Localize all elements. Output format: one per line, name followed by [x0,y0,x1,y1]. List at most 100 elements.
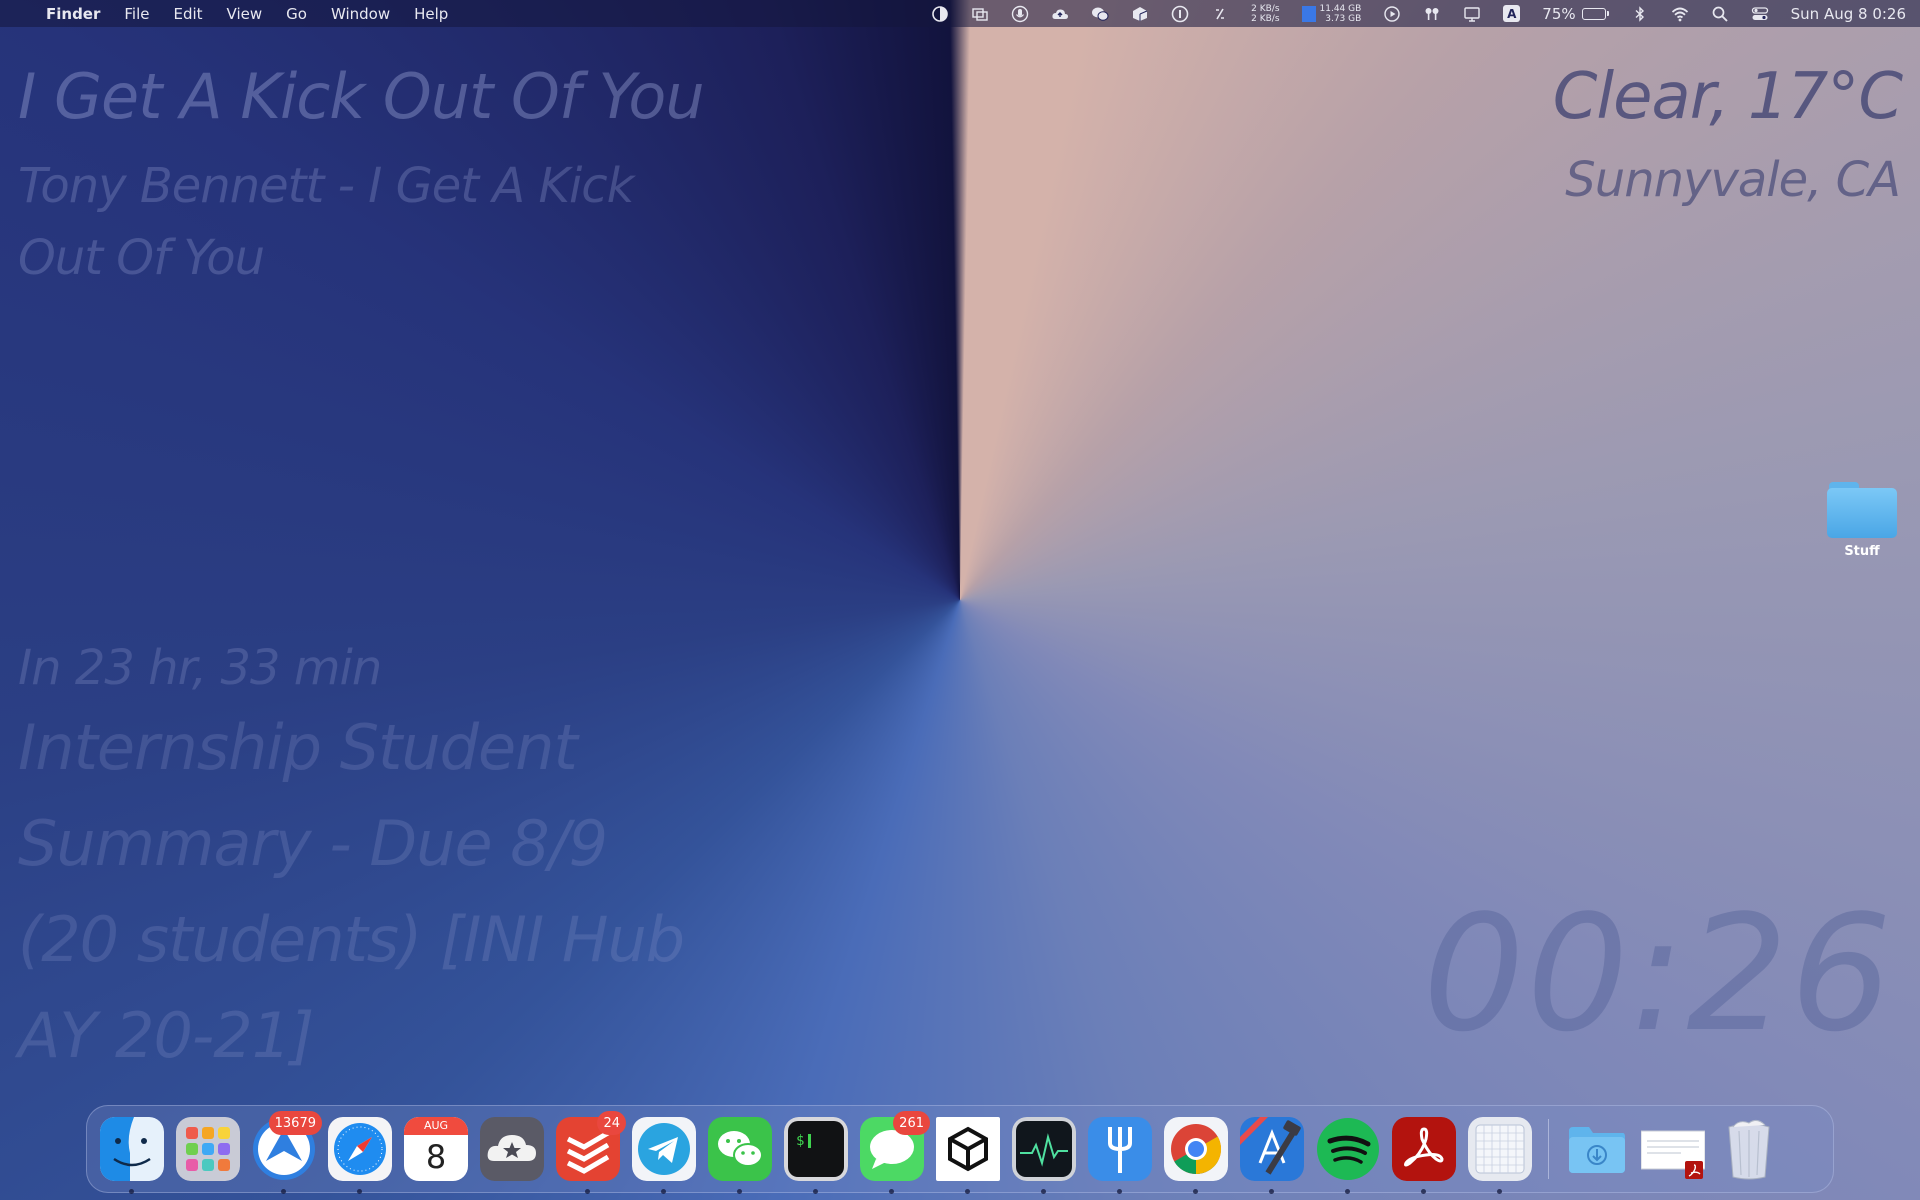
memory-readout[interactable]: 11.44 GB 3.73 GB [1301,3,1362,24]
network-speed-readout[interactable]: 2 KB/s 2 KB/s [1251,4,1279,24]
net-up-speed: 2 KB/s [1251,3,1280,14]
dock-item-unity[interactable] [936,1117,1000,1194]
grid-app-icon [1468,1117,1532,1181]
dock-item-finder[interactable] [100,1117,164,1194]
dock-item-calendar[interactable]: AUG 8 [404,1117,468,1181]
net-down-speed: 2 KB/s [1251,13,1280,24]
dock-item-launchpad[interactable] [176,1117,240,1181]
menu-file[interactable]: File [124,5,149,23]
info-icon[interactable] [1171,5,1189,23]
input-source-indicator[interactable]: A [1503,5,1521,22]
menu-go[interactable]: Go [286,5,307,23]
weather-location: Sunnyvale, CA [1565,152,1901,208]
battery-icon [1581,7,1606,20]
task-count-badge: 24 [597,1111,626,1135]
trash-icon [1717,1117,1781,1181]
running-indicator [357,1189,362,1194]
memory-used: 11.44 GB [1319,3,1362,14]
reeder-icon [480,1117,544,1181]
menu-bar-clock[interactable]: Sun Aug 8 0:26 [1791,5,1906,23]
downloads-folder-icon [1565,1117,1629,1181]
dock-item-safari[interactable] [328,1117,392,1194]
dock-item-chrome[interactable] [1164,1117,1228,1194]
acrobat-icon [1392,1117,1456,1181]
spotify-icon [1316,1117,1380,1181]
dock-item-xcode-beta[interactable] [1240,1117,1304,1194]
dock-item-reeder[interactable] [480,1117,544,1181]
xcode-beta-icon [1240,1117,1304,1181]
unread-badge: 13679 [268,1111,322,1135]
menu-bar-left: Finder File Edit View Go Window Help [22,5,472,23]
dock-item-telegram[interactable] [632,1117,696,1194]
unread-badge: 261 [893,1111,930,1135]
menu-edit[interactable]: Edit [173,5,202,23]
control-center-icon[interactable] [1751,5,1769,23]
next-event-title: Internship Student Summary - Due 8/9 (20… [18,711,685,1072]
now-playing-title: I Get A Kick Out Of You [18,60,705,133]
running-indicator [1269,1189,1274,1194]
running-indicator [889,1189,894,1194]
activity-monitor-icon [1012,1117,1076,1181]
dock-item-fork[interactable] [1088,1117,1152,1194]
folder-icon [1827,480,1897,538]
menu-help[interactable]: Help [414,5,448,23]
display-icon[interactable] [1463,5,1481,23]
bluetooth-icon[interactable] [1631,5,1649,23]
dock-item-preview-grid[interactable] [1468,1117,1532,1194]
battery-status[interactable]: 75% [1542,4,1609,23]
wechat-app-icon [708,1117,772,1181]
running-indicator [281,1189,286,1194]
next-event-countdown: In 23 hr, 33 min [18,640,382,696]
calendar-month: AUG [404,1117,468,1135]
launchpad-icon [176,1117,240,1181]
dock: 13679 AUG 8 24 $ 261 [86,1105,1834,1194]
box-icon[interactable] [1131,5,1149,23]
svg-text:$: $ [796,1133,804,1149]
running-indicator [1497,1189,1502,1194]
spotlight-search-icon[interactable] [1711,5,1729,23]
dock-item-messages[interactable]: 261 [860,1111,930,1194]
contrast-icon[interactable] [931,5,949,23]
calendar-icon: AUG 8 [404,1117,468,1181]
running-indicator [585,1189,590,1194]
menu-view[interactable]: View [227,5,263,23]
pdf-document-icon [1641,1117,1705,1181]
dock-item-spark-mail[interactable]: 13679 [252,1111,322,1194]
play-icon[interactable] [1383,5,1401,23]
fork-icon [1088,1117,1152,1181]
running-indicator [965,1189,970,1194]
dock-item-trash[interactable] [1717,1117,1781,1181]
dock-item-wechat[interactable] [708,1117,772,1194]
desktop-folder-label: Stuff [1844,544,1880,559]
dock-item-spotify[interactable] [1316,1117,1380,1194]
safari-icon [328,1117,392,1181]
menu-window[interactable]: Window [331,5,390,23]
wifi-icon[interactable] [1671,5,1689,23]
dock-item-acrobat[interactable] [1392,1117,1456,1194]
running-indicator [1041,1189,1046,1194]
menu-bar: Finder File Edit View Go Window Help 2 K… [0,0,1920,27]
battery-percent: 75% [1542,4,1576,23]
finder-icon [100,1117,164,1181]
dock-item-activity-monitor[interactable] [1012,1117,1076,1194]
menu-app-name[interactable]: Finder [46,5,100,23]
memory-bar-icon [1301,5,1316,22]
running-indicator [129,1189,134,1194]
running-indicator [1345,1189,1350,1194]
dock-item-todoist[interactable]: 24 [556,1111,626,1194]
calendar-day: 8 [425,1138,447,1176]
cloud-upload-icon[interactable] [1051,5,1069,23]
dock-item-terminal[interactable]: $ [784,1117,848,1194]
dock-item-pdf-document[interactable] [1641,1117,1705,1181]
running-indicator [661,1189,666,1194]
telegram-icon [632,1117,696,1181]
stats-icon[interactable] [1211,5,1229,23]
menu-bar-right: 2 KB/s 2 KB/s 11.44 GB 3.73 GB A 75% Sun… [909,4,1906,24]
microphone-icon[interactable] [1011,5,1029,23]
wechat-icon[interactable] [1091,5,1109,23]
desktop-folder-stuff[interactable]: Stuff [1820,480,1904,559]
dock-separator [1548,1119,1549,1179]
airpods-icon[interactable] [1423,5,1441,23]
dock-item-downloads-folder[interactable] [1565,1117,1629,1181]
window-switch-icon[interactable] [971,5,989,23]
